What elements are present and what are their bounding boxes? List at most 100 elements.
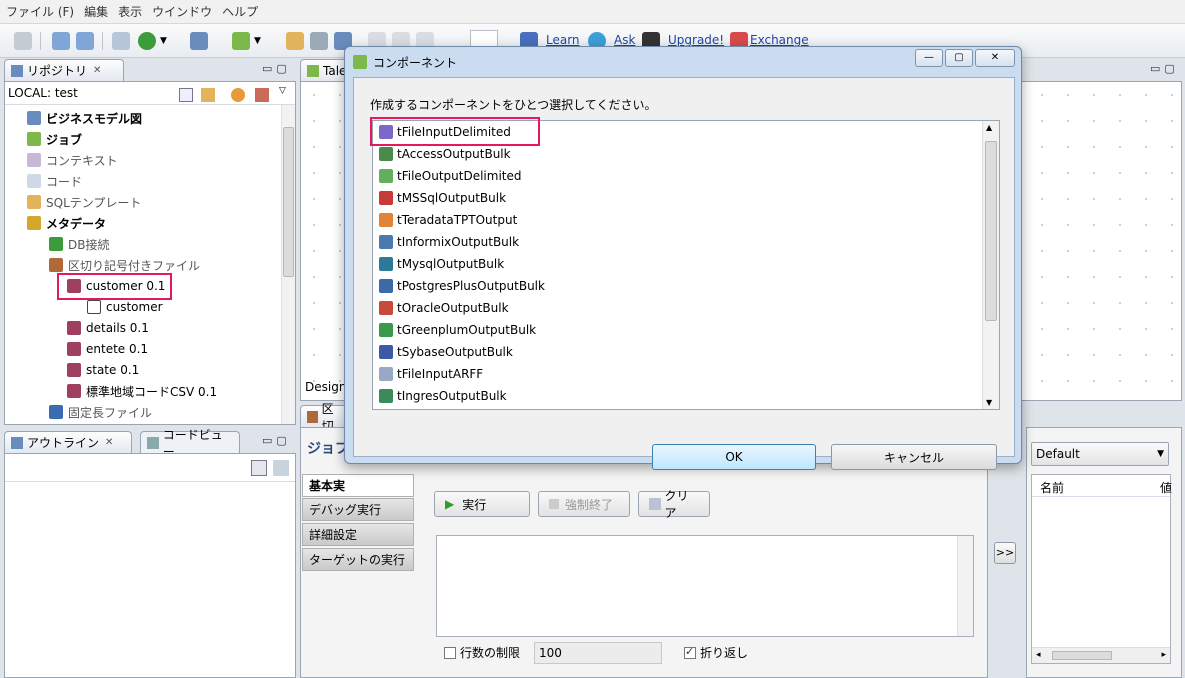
context-dropdown[interactable]: Default ▼ [1031,442,1169,466]
tab-outline[interactable]: アウトライン ✕ [4,431,132,453]
component-list[interactable]: tFileInputDelimited tAccessOutputBulk tF… [372,120,1000,410]
wrap-checkbox[interactable]: 折り返し [684,644,748,661]
job-icon[interactable] [232,32,250,50]
list-item[interactable]: tAccessOutputBulk [379,143,511,165]
clear-button[interactable]: クリア [638,489,710,520]
tree-details[interactable]: details 0.1 [67,318,149,338]
ok-button[interactable]: OK [652,444,816,470]
minimize-button[interactable]: — [915,49,943,67]
tab-run[interactable]: 区切 [300,402,350,433]
tree-business-model[interactable]: ビジネスモデル図 [27,108,142,128]
console-scrollbar[interactable] [957,536,973,636]
maximize-button[interactable]: ▢ [945,49,973,67]
collapse-icon[interactable] [179,88,193,102]
outline-tab-label: アウトライン [27,436,100,450]
menu-edit[interactable]: 編集 [84,3,108,20]
editor-minmax[interactable]: ▭▢ [1150,62,1179,75]
list-item[interactable]: tMSSqlOutputBulk [379,187,506,209]
list-item[interactable]: tGreenplumOutputBulk [379,319,536,341]
list-item[interactable]: tMysqlOutputBulk [379,253,504,275]
column-name[interactable]: 名前 [1040,479,1064,496]
scroll-down-icon[interactable]: ▼ [986,398,992,407]
scrollbar-thumb[interactable] [985,141,997,321]
tree-sql-template[interactable]: SQLテンプレート [27,192,141,212]
edit-icon[interactable] [286,32,304,50]
local-project-label: LOCAL: test [8,86,78,100]
hierarchy-icon[interactable] [273,460,289,476]
tree-entete[interactable]: entete 0.1 [67,339,148,359]
stop-icon [549,499,559,509]
component-list-scrollbar[interactable]: ▲ ▼ [982,121,999,409]
export-icon[interactable] [52,32,70,50]
chevron-down-icon[interactable]: ▼ [254,36,261,46]
learn-link[interactable]: Learn [546,33,580,47]
tree-metadata[interactable]: メタデータ [27,213,106,233]
context-table-header: 名前 値 [1032,475,1172,497]
list-item[interactable]: tFileInputARFF [379,363,483,385]
cancel-button[interactable]: キャンセル [831,444,997,470]
expand-arrow-button[interactable]: >> [994,542,1016,564]
list-item[interactable]: tInformixOutputBulk [379,231,519,253]
table-icon [87,300,101,314]
column-value[interactable]: 値 [1160,479,1172,496]
run-icon[interactable] [138,32,156,50]
list-item[interactable]: tFileOutputDelimited [379,165,522,187]
tab-target-run[interactable]: ターゲットの実行 [302,548,414,571]
menu-file[interactable]: ファイル (F) [6,3,74,20]
tree-region-code-csv[interactable]: 標準地域コードCSV 0.1 [67,381,217,401]
close-icon[interactable]: ✕ [105,437,113,448]
tab-code-view[interactable]: コードビュー [140,428,240,459]
design-tab[interactable]: Design [305,380,346,394]
outline-minmax[interactable]: ▭▢ [262,434,291,447]
filter-icon[interactable] [255,88,269,102]
list-item[interactable]: tIngresOutputBulk [379,385,507,407]
context-table[interactable]: 名前 値 ◂ ▸ [1031,474,1172,664]
menu-window[interactable]: ウインドウ [152,3,212,20]
import-icon[interactable] [76,32,94,50]
line-limit-checkbox[interactable]: 行数の制限 [444,644,520,661]
tab-advanced[interactable]: 詳細設定 [302,523,414,546]
menu-help[interactable]: ヘルプ [222,3,258,20]
close-icon[interactable]: ✕ [93,65,101,76]
tree-view-icon[interactable] [251,460,267,476]
tree-fixed-length-file[interactable]: 固定長ファイル [49,402,152,422]
tree-code[interactable]: コード [27,171,82,191]
tree-customer-schema[interactable]: customer [87,297,163,317]
tree-delimited-file[interactable]: 区切り記号付きファイル [49,255,200,275]
outline-icon [11,436,23,449]
upgrade-link[interactable]: Upgrade! [668,33,724,47]
repository-minmax[interactable]: ▭▢ [262,62,291,75]
list-item[interactable]: tTeradataTPTOutput [379,209,517,231]
close-button[interactable]: ✕ [975,49,1015,67]
refresh-icon[interactable] [231,88,245,102]
view-menu-icon[interactable]: ▽ [279,86,286,96]
wrench-icon[interactable] [310,32,328,50]
menu-view[interactable]: 表示 [118,3,142,20]
exchange-link[interactable]: Exchange [750,33,809,47]
chevron-down-icon[interactable]: ▼ [160,36,167,46]
force-stop-button[interactable]: 強制終了 [538,491,630,517]
line-limit-input[interactable]: 100 [534,642,662,664]
tree-db-connection[interactable]: DB接続 [49,234,109,254]
tab-debug-run[interactable]: デバッグ実行 [302,498,414,521]
run-button[interactable]: ▶ 実行 [434,491,530,517]
deploy-icon[interactable] [190,32,208,50]
scroll-up-icon[interactable]: ▲ [986,123,992,132]
list-item[interactable]: tPostgresPlusOutputBulk [379,275,545,297]
tree-context[interactable]: コンテキスト [27,150,118,170]
search-icon[interactable] [112,32,130,50]
sql-template-icon [27,195,41,209]
console-output[interactable] [436,535,974,637]
repository-scrollbar[interactable] [281,105,295,424]
list-item[interactable]: tSybaseOutputBulk [379,341,513,363]
link-icon[interactable] [201,88,215,102]
db-icon [379,389,393,403]
tree-state[interactable]: state 0.1 [67,360,139,380]
list-item[interactable]: tOracleOutputBulk [379,297,509,319]
tree-jobs[interactable]: ジョブ [27,129,82,149]
ask-link[interactable]: Ask [614,33,635,47]
context-table-hscroll[interactable]: ◂ ▸ [1032,647,1170,663]
tab-basic-run[interactable]: 基本実 [302,474,414,497]
save-icon[interactable] [14,32,32,50]
tab-repository[interactable]: リポジトリ ✕ [4,59,124,81]
